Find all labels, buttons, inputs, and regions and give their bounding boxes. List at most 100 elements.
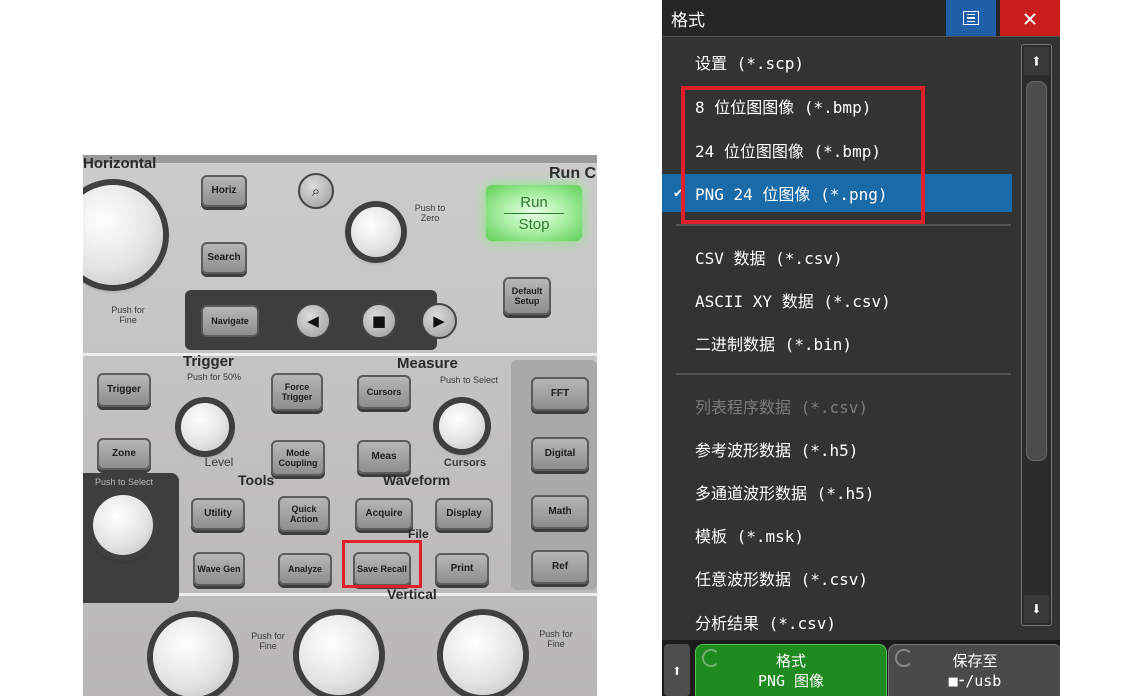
- menu-button[interactable]: [946, 0, 996, 36]
- format-option-label: 设置 (*.scp): [695, 54, 805, 73]
- knob-icon: [895, 649, 913, 667]
- forward-arrow-icon: ▶: [433, 312, 445, 330]
- list-separator: [676, 224, 1011, 226]
- display-button[interactable]: Display: [435, 498, 493, 530]
- save-to-softkey[interactable]: 保存至 ■⁃/usb: [888, 644, 1060, 696]
- section-trigger: Trigger: [183, 353, 234, 370]
- section-run-control: Run C: [549, 165, 597, 182]
- quick-action-button[interactable]: Quick Action: [278, 496, 330, 532]
- close-icon: ✕: [1022, 4, 1038, 32]
- section-file: File: [408, 527, 429, 541]
- cursors-knob[interactable]: [439, 403, 485, 449]
- back-arrow-icon: ◀: [307, 312, 319, 330]
- format-option-label: 二进制数据 (*.bin): [695, 335, 853, 354]
- menu-list-icon: [963, 11, 979, 25]
- zoom-button[interactable]: ⌕: [298, 173, 334, 209]
- section-vertical: Vertical: [387, 586, 437, 602]
- format-softkey[interactable]: 格式 PNG 图像: [695, 644, 887, 696]
- meas-button[interactable]: Meas: [357, 440, 411, 474]
- default-setup-button[interactable]: Default Setup: [503, 277, 551, 315]
- section-horizontal: Horizontal: [83, 155, 157, 172]
- section-waveform: Waveform: [383, 472, 451, 488]
- format-option-binary[interactable]: 二进制数据 (*.bin): [662, 324, 1012, 362]
- analyze-button[interactable]: Analyze: [278, 553, 332, 585]
- channel2-scale-knob[interactable]: [443, 615, 523, 695]
- save-recall-highlight-box: [342, 540, 422, 588]
- push-to-select-tools-label: Push to Select: [94, 477, 154, 487]
- horiz-button[interactable]: Horiz: [201, 175, 247, 207]
- up-arrow-icon: ⬆: [1031, 50, 1042, 72]
- channel1-scale-knob[interactable]: [153, 617, 233, 696]
- push-for-fine-label: Push for Fine: [111, 305, 145, 325]
- format-option-analysis[interactable]: 分析结果 (*.csv): [662, 603, 1012, 641]
- run-label: Run: [520, 193, 548, 211]
- magnifier-icon: ⌕: [311, 182, 321, 200]
- print-button[interactable]: Print: [435, 553, 489, 585]
- channel1-position-knob[interactable]: [299, 615, 379, 695]
- format-option-scp[interactable]: 设置 (*.scp): [662, 43, 1012, 81]
- format-softkey-value: PNG 图像: [757, 672, 825, 690]
- trigger-button[interactable]: Trigger: [97, 373, 151, 407]
- stop-square-icon: ■: [371, 312, 387, 330]
- utility-button[interactable]: Utility: [191, 498, 245, 530]
- push-for-fine-bottom1-label: Push for Fine: [251, 631, 285, 651]
- scroll-thumb[interactable]: [1026, 81, 1047, 461]
- usb-drive-icon: ■⁃: [948, 672, 966, 690]
- trigger-level-knob[interactable]: [181, 403, 229, 451]
- list-separator: [676, 373, 1011, 375]
- format-option-label: 分析结果 (*.csv): [695, 614, 837, 633]
- run-stop-button[interactable]: Run Stop: [486, 185, 582, 241]
- softkey-bar: ⬆ 格式 PNG 图像 保存至 ■⁃/usb: [662, 640, 1060, 696]
- cursors-button[interactable]: Cursors: [357, 375, 411, 409]
- force-trigger-button[interactable]: Force Trigger: [271, 373, 323, 411]
- format-option-mask[interactable]: 模板 (*.msk): [662, 516, 1012, 554]
- navigate-back-button[interactable]: ◀: [295, 303, 331, 339]
- format-option-label: 任意波形数据 (*.csv): [695, 570, 869, 589]
- navigate-button[interactable]: Navigate: [201, 305, 259, 337]
- push-for-fine-bottom2-label: Push for Fine: [539, 629, 573, 649]
- format-option-arb-waveform[interactable]: 任意波形数据 (*.csv): [662, 559, 1012, 597]
- entry-knob[interactable]: [93, 495, 153, 555]
- save-to-softkey-title: 保存至: [952, 652, 998, 670]
- scroll-up-button[interactable]: ⬆: [1024, 47, 1049, 75]
- format-option-csv[interactable]: CSV 数据 (*.csv): [662, 238, 1012, 276]
- acquire-button[interactable]: Acquire: [355, 498, 413, 530]
- mode-coupling-button[interactable]: Mode Coupling: [271, 440, 325, 476]
- list-scrollbar[interactable]: ⬆ ⬇: [1021, 44, 1052, 626]
- panel-top-edge: [83, 155, 597, 163]
- format-option-ref-waveform[interactable]: 参考波形数据 (*.h5): [662, 430, 1012, 468]
- push-to-select-measure-label: Push to Select: [439, 375, 499, 385]
- softkey-back-button[interactable]: ⬆: [664, 644, 690, 696]
- format-option-label: 多通道波形数据 (*.h5): [695, 484, 875, 503]
- format-option-label: ASCII XY 数据 (*.csv): [695, 292, 891, 311]
- format-option-ascii-xy[interactable]: ASCII XY 数据 (*.csv): [662, 281, 1012, 319]
- knob-icon: [702, 649, 720, 667]
- cursors-knob-label: Cursors: [443, 457, 487, 469]
- navigate-stop-button[interactable]: ■: [361, 303, 397, 339]
- oscilloscope-front-panel-photo: Horizontal Run C Push for Fine Horiz ⌕ P…: [83, 155, 597, 696]
- format-option-label: 参考波形数据 (*.h5): [695, 441, 859, 460]
- format-option-list-program: 列表程序数据 (*.csv): [662, 387, 1012, 425]
- zone-button[interactable]: Zone: [97, 438, 151, 470]
- math-button[interactable]: Math: [531, 495, 589, 529]
- format-dialog: 格式 ✕ 设置 (*.scp) 8 位位图图像 (*.bmp) 24 位位图图像…: [662, 0, 1060, 696]
- up-arrow-icon: ⬆: [672, 660, 682, 680]
- navigate-forward-button[interactable]: ▶: [421, 303, 457, 339]
- format-option-label: CSV 数据 (*.csv): [695, 249, 843, 268]
- ref-button[interactable]: Ref: [531, 550, 589, 584]
- horizontal-scale-knob[interactable]: [83, 185, 163, 285]
- format-highlight-box: [681, 86, 925, 224]
- section-measure: Measure: [397, 355, 458, 372]
- panel-divider-top: [83, 353, 597, 356]
- search-button[interactable]: Search: [201, 242, 247, 274]
- horizontal-position-knob[interactable]: [351, 207, 401, 257]
- digital-button[interactable]: Digital: [531, 437, 589, 471]
- wave-gen-button[interactable]: Wave Gen: [193, 552, 245, 586]
- down-arrow-icon: ⬇: [1031, 598, 1042, 620]
- fft-button[interactable]: FFT: [531, 377, 589, 411]
- format-option-multichannel[interactable]: 多通道波形数据 (*.h5): [662, 473, 1012, 511]
- scroll-down-button[interactable]: ⬇: [1024, 595, 1049, 623]
- push-for-50-label: Push for 50%: [186, 372, 242, 382]
- format-option-label: 模板 (*.msk): [695, 527, 805, 546]
- close-button[interactable]: ✕: [1000, 0, 1060, 36]
